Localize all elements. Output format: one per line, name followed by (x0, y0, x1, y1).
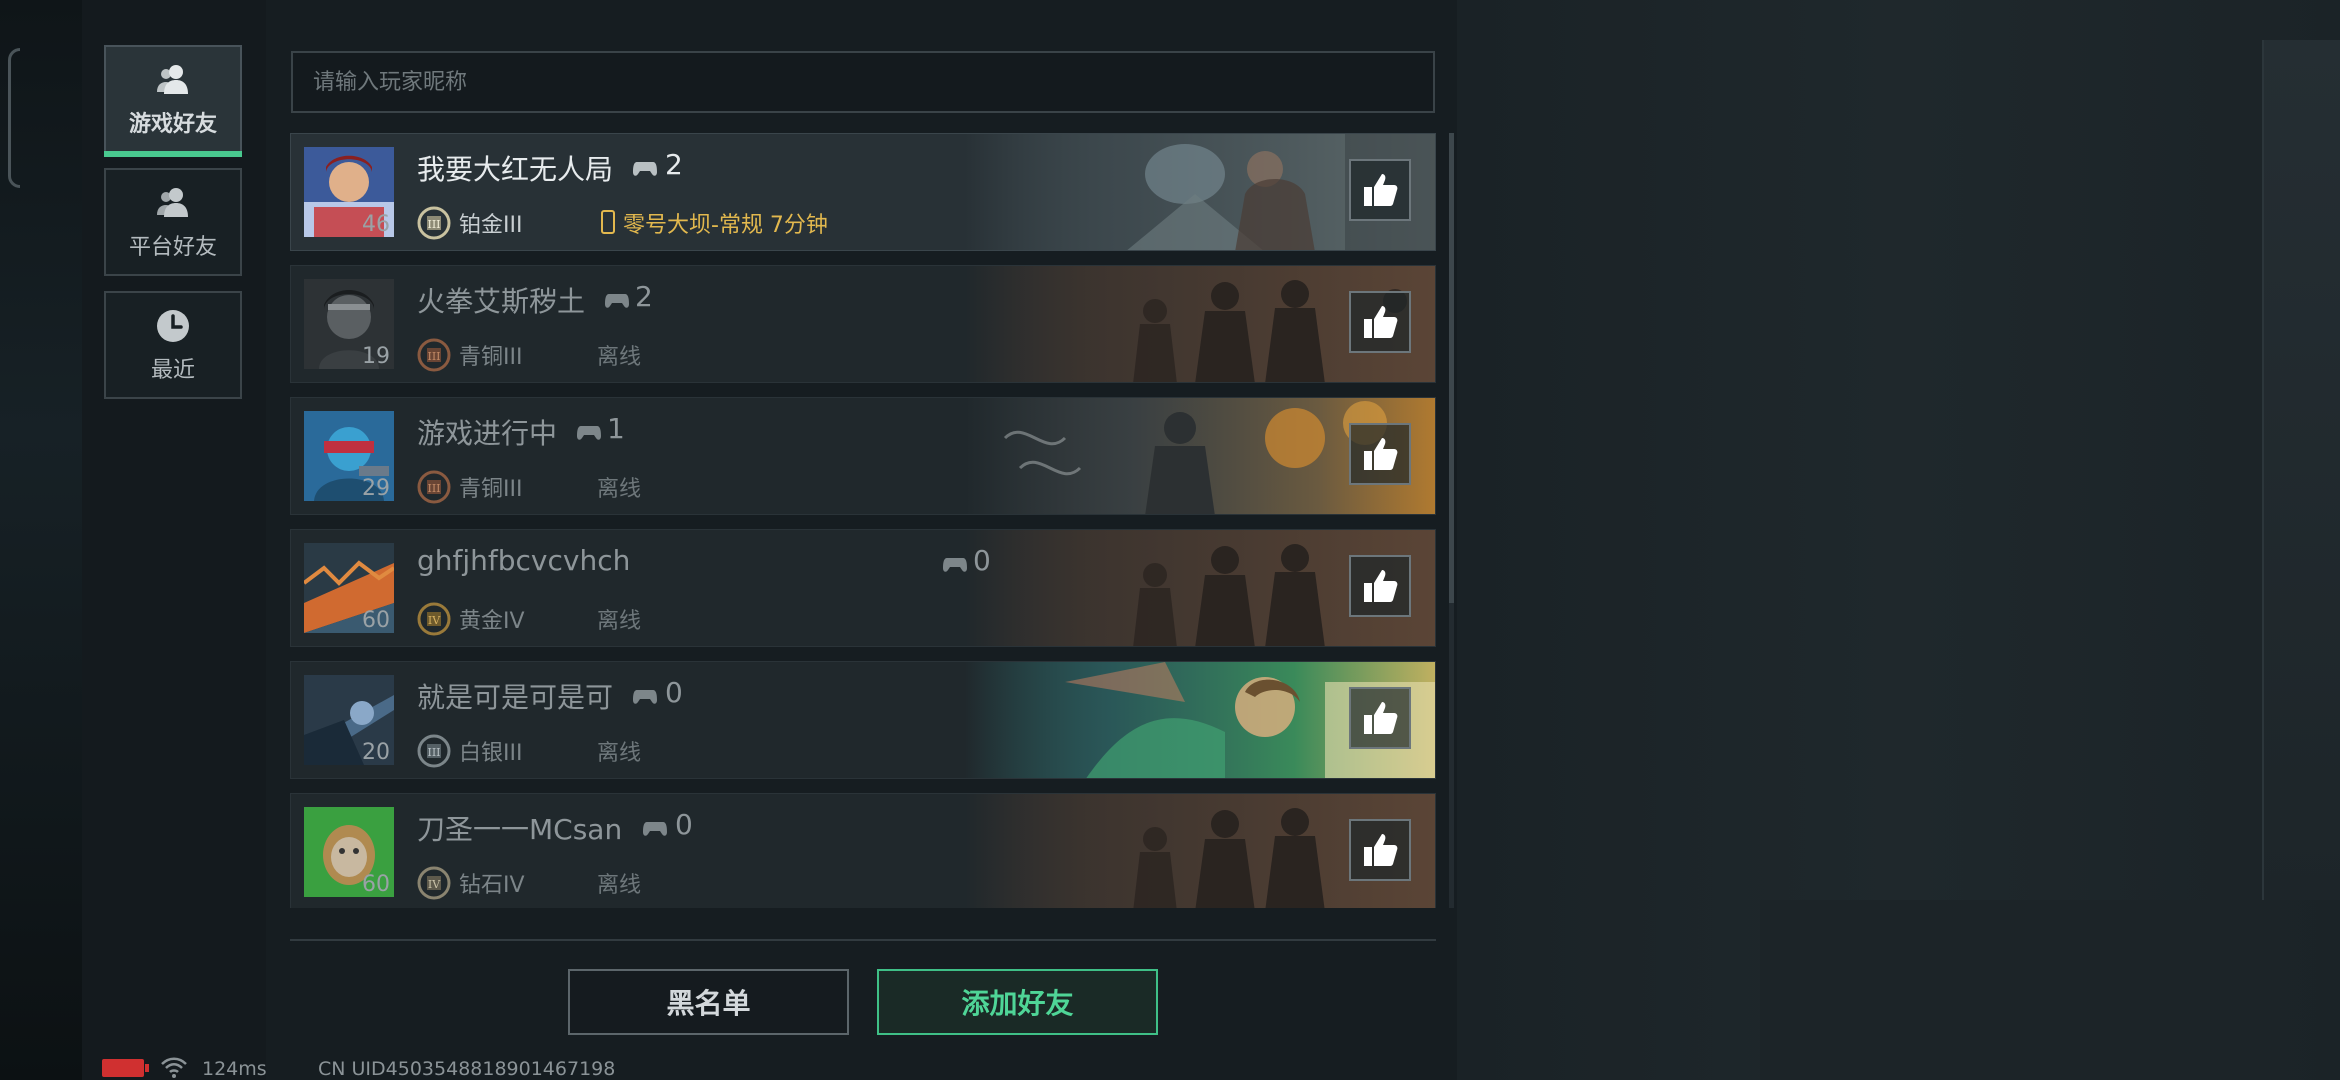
network-ping: 124ms (202, 1058, 267, 1080)
player-level: 19 (362, 344, 390, 369)
background-shape (1760, 900, 2260, 1080)
tab-recent[interactable]: 最近 (104, 291, 242, 399)
like-button[interactable] (1349, 555, 1411, 617)
friend-status: 离线 (597, 609, 642, 634)
games-count: 0 (973, 544, 991, 577)
player-level: 46 (362, 212, 390, 237)
friend-row[interactable]: 19 火拳艾斯秽土 2 III 青铜III 离线 (290, 265, 1436, 383)
games-count: 2 (635, 280, 653, 313)
friends-sidebar (82, 0, 266, 1080)
tab-platform-friends[interactable]: 平台好友 (104, 168, 242, 276)
friend-status: 离线 (597, 345, 642, 370)
avatar: 60 (304, 807, 394, 897)
avatar: 46 (304, 147, 394, 237)
tab-label: 最近 (150, 358, 195, 383)
friend-row[interactable]: 29 游戏进行中 1 III 青铜III 离线 (290, 397, 1436, 515)
controller-icon (943, 558, 967, 572)
like-button[interactable] (1349, 291, 1411, 353)
thumbs-up-icon (1364, 174, 1398, 206)
svg-text:III: III (427, 350, 440, 363)
friend-row[interactable]: 20 就是可是可是可 0 III 白银III 离线 (290, 661, 1436, 779)
friend-status: 零号大坝-常规 7分钟 (623, 213, 828, 238)
wifi-icon (161, 1057, 187, 1078)
svg-text:III: III (427, 482, 440, 495)
friend-name: 游戏进行中 (417, 417, 558, 450)
mobile-icon (601, 210, 615, 234)
games-count: 2 (665, 148, 683, 181)
friend-list: 46 我要大红无人局 2 III 铂金III 零号大坝-常规 7分钟 19 火拳… (290, 133, 1436, 908)
tab-label: 游戏好友 (128, 112, 217, 137)
games-count: 0 (665, 676, 683, 709)
background-right-edge (2262, 40, 2340, 900)
controller-icon (605, 294, 629, 308)
add-friend-button[interactable]: 添加好友 (877, 969, 1158, 1035)
like-button[interactable] (1349, 687, 1411, 749)
friend-status: 离线 (597, 741, 642, 766)
avatar: 29 (304, 411, 394, 501)
player-uid: CN UID4503548818901467198 (318, 1058, 616, 1080)
blacklist-button[interactable]: 黑名单 (568, 969, 849, 1035)
controller-icon (643, 822, 667, 836)
friend-row[interactable]: 46 我要大红无人局 2 III 铂金III 零号大坝-常规 7分钟 (290, 133, 1436, 251)
controller-icon (633, 690, 657, 704)
player-level: 60 (362, 608, 390, 633)
rank-label: 白银III (459, 741, 523, 766)
thumbs-up-icon (1364, 570, 1398, 602)
friend-name: ghfjhfbcvcvhch (417, 544, 631, 577)
rank-bronze-icon: III (417, 470, 451, 504)
rank-gold-icon: IV (417, 602, 451, 636)
rank-label: 铂金III (459, 213, 523, 238)
player-level: 20 (362, 740, 390, 765)
svg-text:IV: IV (428, 614, 441, 627)
svg-text:III: III (427, 746, 440, 759)
friend-status: 离线 (597, 477, 642, 502)
avatar: 19 (304, 279, 394, 369)
thumbs-up-icon (1364, 702, 1398, 734)
clock-icon (157, 310, 189, 342)
scrollbar-thumb[interactable] (1449, 133, 1454, 603)
friend-row[interactable]: 60 刀圣一一MCsan 0 IV 钻石IV 离线 (290, 793, 1436, 908)
like-button[interactable] (1349, 819, 1411, 881)
tab-game-friends[interactable]: 游戏好友 (104, 45, 242, 157)
player-level: 29 (362, 476, 390, 501)
like-button[interactable] (1349, 423, 1411, 485)
svg-text:III: III (427, 218, 440, 231)
games-count: 1 (607, 412, 625, 445)
games-count: 0 (675, 808, 693, 841)
friend-name: 就是可是可是可 (417, 681, 614, 714)
svg-text:IV: IV (428, 878, 441, 891)
rank-diamond-icon: IV (417, 866, 451, 900)
battery-low-icon (102, 1059, 149, 1077)
search-input[interactable] (291, 51, 1435, 113)
rank-bronze-icon: III (417, 338, 451, 372)
rank-silver-icon: III (417, 734, 451, 768)
divider (290, 939, 1436, 941)
thumbs-up-icon (1364, 438, 1398, 470)
controller-icon (633, 162, 657, 176)
rank-platinum-icon: III (417, 206, 451, 240)
controller-icon (577, 426, 601, 440)
rank-label: 青铜III (459, 477, 523, 502)
friend-status: 离线 (597, 873, 642, 898)
friend-name: 我要大红无人局 (417, 153, 614, 186)
avatar: 60 (304, 543, 394, 633)
friends-icon (157, 188, 188, 217)
rank-label: 钻石IV (459, 873, 525, 898)
friend-name: 火拳艾斯秽土 (417, 285, 586, 318)
friends-icon (157, 65, 188, 94)
friend-row[interactable]: 60 ghfjhfbcvcvhch 0 IV 黄金IV 离线 (290, 529, 1436, 647)
like-button[interactable] (1349, 159, 1411, 221)
friend-name: 刀圣一一MCsan (417, 813, 623, 846)
tab-label: 平台好友 (128, 235, 217, 260)
collapse-handle[interactable] (8, 48, 20, 188)
thumbs-up-icon (1364, 306, 1398, 338)
player-level: 60 (362, 872, 390, 897)
rank-label: 黄金IV (459, 609, 525, 634)
avatar: 20 (304, 675, 394, 765)
rank-label: 青铜III (459, 345, 523, 370)
thumbs-up-icon (1364, 834, 1398, 866)
